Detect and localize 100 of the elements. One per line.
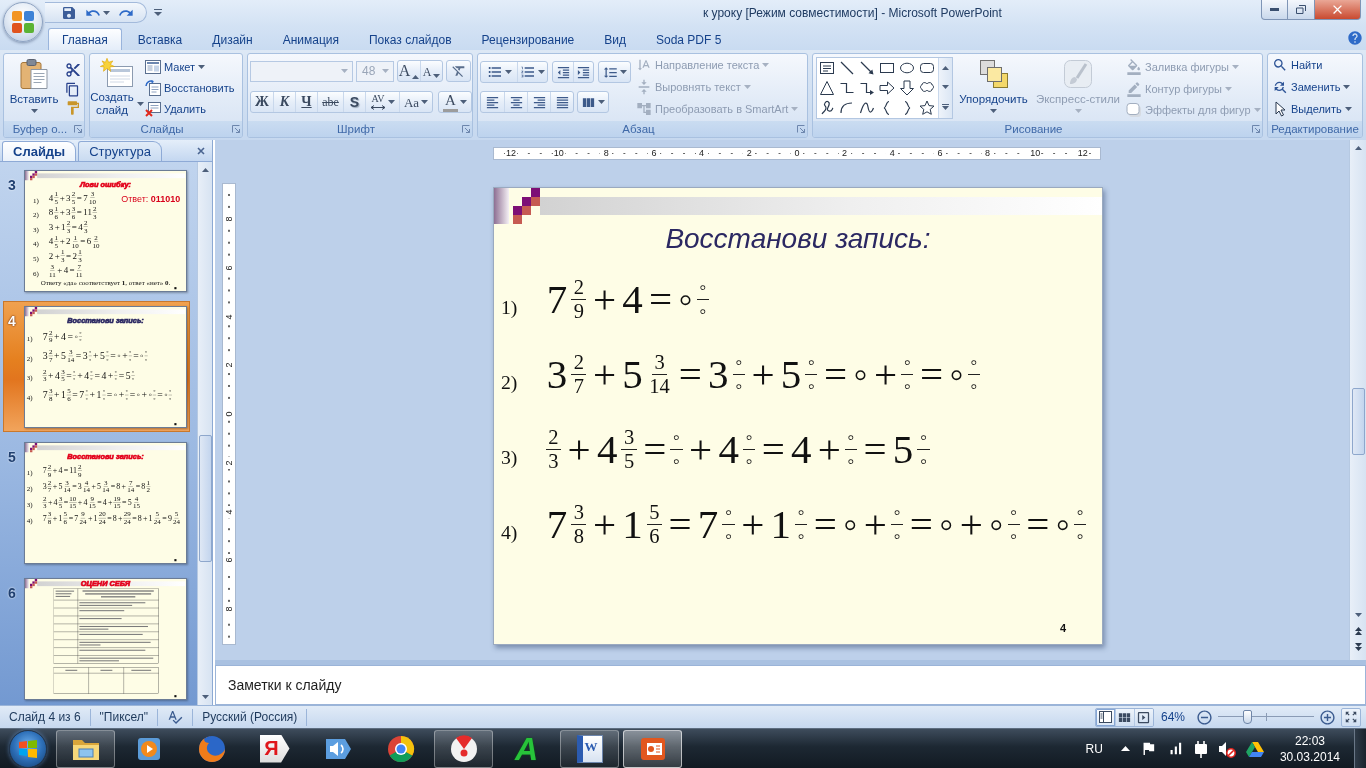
underline-button[interactable]: Ч [295,92,317,112]
arc-icon[interactable] [839,100,855,116]
down-arrow-icon[interactable] [899,80,915,96]
decrease-indent-icon[interactable] [555,64,571,80]
show-desktop-button[interactable] [1354,729,1366,768]
character-spacing-button[interactable]: AV [365,92,399,112]
fit-to-window-button[interactable] [1341,707,1361,727]
slider-thumb[interactable] [1242,710,1252,724]
next-slide-icon[interactable] [1354,643,1362,651]
more-icon[interactable] [942,104,949,111]
scroll-thumb[interactable] [1351,388,1365,455]
slideshow-button[interactable] [1133,708,1153,726]
scroll-thumb[interactable] [198,435,212,562]
spellcheck-icon[interactable] [167,709,184,725]
increase-indent-icon[interactable] [576,64,591,80]
caret-icon[interactable] [504,70,512,74]
ribbon-button[interactable]: Макет [143,56,237,77]
italic-button[interactable]: К [273,92,295,112]
taskbar-button[interactable]: A [497,729,556,768]
close-icon[interactable] [197,146,205,155]
dialog-launcher-icon[interactable] [74,125,82,133]
ribbon-button[interactable]: Найти [1270,54,1354,76]
ribbon-tab[interactable]: Рецензирование [467,28,589,50]
panel-tab[interactable]: Слайды [2,141,77,161]
help-icon[interactable] [1347,30,1363,46]
arrange-button[interactable]: Упорядочить [955,56,1032,121]
caret-icon[interactable] [598,100,605,104]
keyboard-language[interactable]: RU [1085,741,1103,756]
slide-sorter-button[interactable] [1114,708,1134,726]
align-left-icon[interactable] [485,94,500,110]
align-right-icon[interactable] [531,94,547,110]
ribbon-button[interactable]: Заменить [1270,76,1354,98]
text-shadow-button[interactable]: S [343,92,365,112]
strikethrough-button[interactable]: abe [317,92,343,112]
rounded-rectangle-icon[interactable] [919,60,935,76]
scroll-down-icon[interactable] [1354,613,1362,617]
zoom-out-icon[interactable] [1196,708,1213,726]
slide-thumbnail[interactable] [24,170,187,292]
zoom-in-icon[interactable] [1319,708,1336,726]
curve-icon[interactable] [859,100,875,116]
start-button[interactable] [9,729,47,768]
panel-tab[interactable]: Структура [78,141,162,161]
caret-icon[interactable] [619,70,627,74]
zoom-level[interactable]: 64% [1158,710,1191,724]
freeform-icon[interactable] [819,100,835,116]
shrink-font-button[interactable]: A [420,61,442,81]
dialog-launcher-icon[interactable] [797,125,805,133]
ribbon-button[interactable]: Удалить [143,98,237,119]
bold-button[interactable]: Ж [251,92,273,112]
elbow-arrow-icon[interactable] [859,80,875,96]
caret-icon[interactable] [538,70,545,74]
ribbon-tab[interactable]: Дизайн [198,28,267,50]
taskbar-button[interactable] [434,729,493,768]
text-box-icon[interactable] [819,60,835,76]
ribbon-button[interactable]: Восстановить [143,77,237,98]
slide-thumbnail[interactable] [24,442,187,564]
ribbon-tab[interactable]: Показ слайдов [355,28,466,50]
power-plug-icon[interactable] [1193,739,1208,758]
dialog-launcher-icon[interactable] [1252,125,1260,133]
save-icon[interactable] [61,4,77,21]
show-hidden-icons-icon[interactable] [1120,746,1130,751]
scroll-up-icon[interactable] [201,168,209,172]
taskbar-button[interactable]: W [560,729,619,768]
arrow-icon[interactable] [859,60,875,76]
minimize-button[interactable] [1261,0,1288,20]
scroll-up-icon[interactable] [1354,146,1362,150]
star-icon[interactable] [919,100,935,116]
ribbon-tab[interactable]: Soda PDF 5 [642,28,736,50]
caret-icon[interactable] [103,10,110,15]
paste-button[interactable]: Вставить [7,56,61,119]
taskbar-button[interactable] [56,729,115,768]
elbow-connector-icon[interactable] [839,80,855,96]
numbered-list-icon[interactable] [520,64,536,80]
grow-font-button[interactable]: A [398,61,420,81]
right-arrow-icon[interactable] [879,80,895,96]
bulleted-list-icon[interactable] [486,64,503,80]
scroll-up-icon[interactable] [942,65,949,70]
previous-slide-icon[interactable] [1354,627,1362,635]
normal-view-button[interactable] [1095,708,1115,726]
scroll-down-icon[interactable] [201,695,209,699]
rectangle-icon[interactable] [879,60,895,76]
triangle-icon[interactable] [819,80,835,96]
taskbar-button[interactable]: Я [245,729,304,768]
ribbon-tab[interactable]: Вид [590,28,640,50]
ribbon-tab[interactable]: Главная [48,28,122,50]
ribbon-tab[interactable]: Анимация [268,28,353,50]
line-icon[interactable] [839,60,855,76]
new-slide-button[interactable]: Создать слайд [93,56,141,119]
notes-field[interactable]: Заметки к слайду [215,665,1366,705]
oval-icon[interactable] [899,60,915,76]
font-color-button[interactable]: A [439,92,471,112]
dialog-launcher-icon[interactable] [232,125,240,133]
ribbon-tab[interactable]: Вставка [123,28,197,50]
scissors-icon[interactable] [64,62,81,78]
taskbar-button[interactable] [623,729,682,768]
justify-icon[interactable] [554,94,570,110]
copy-icon[interactable] [65,81,80,97]
customize-menu-icon[interactable] [154,9,162,16]
change-case-button[interactable]: Aa [399,92,432,112]
restore-button[interactable] [1288,0,1315,20]
